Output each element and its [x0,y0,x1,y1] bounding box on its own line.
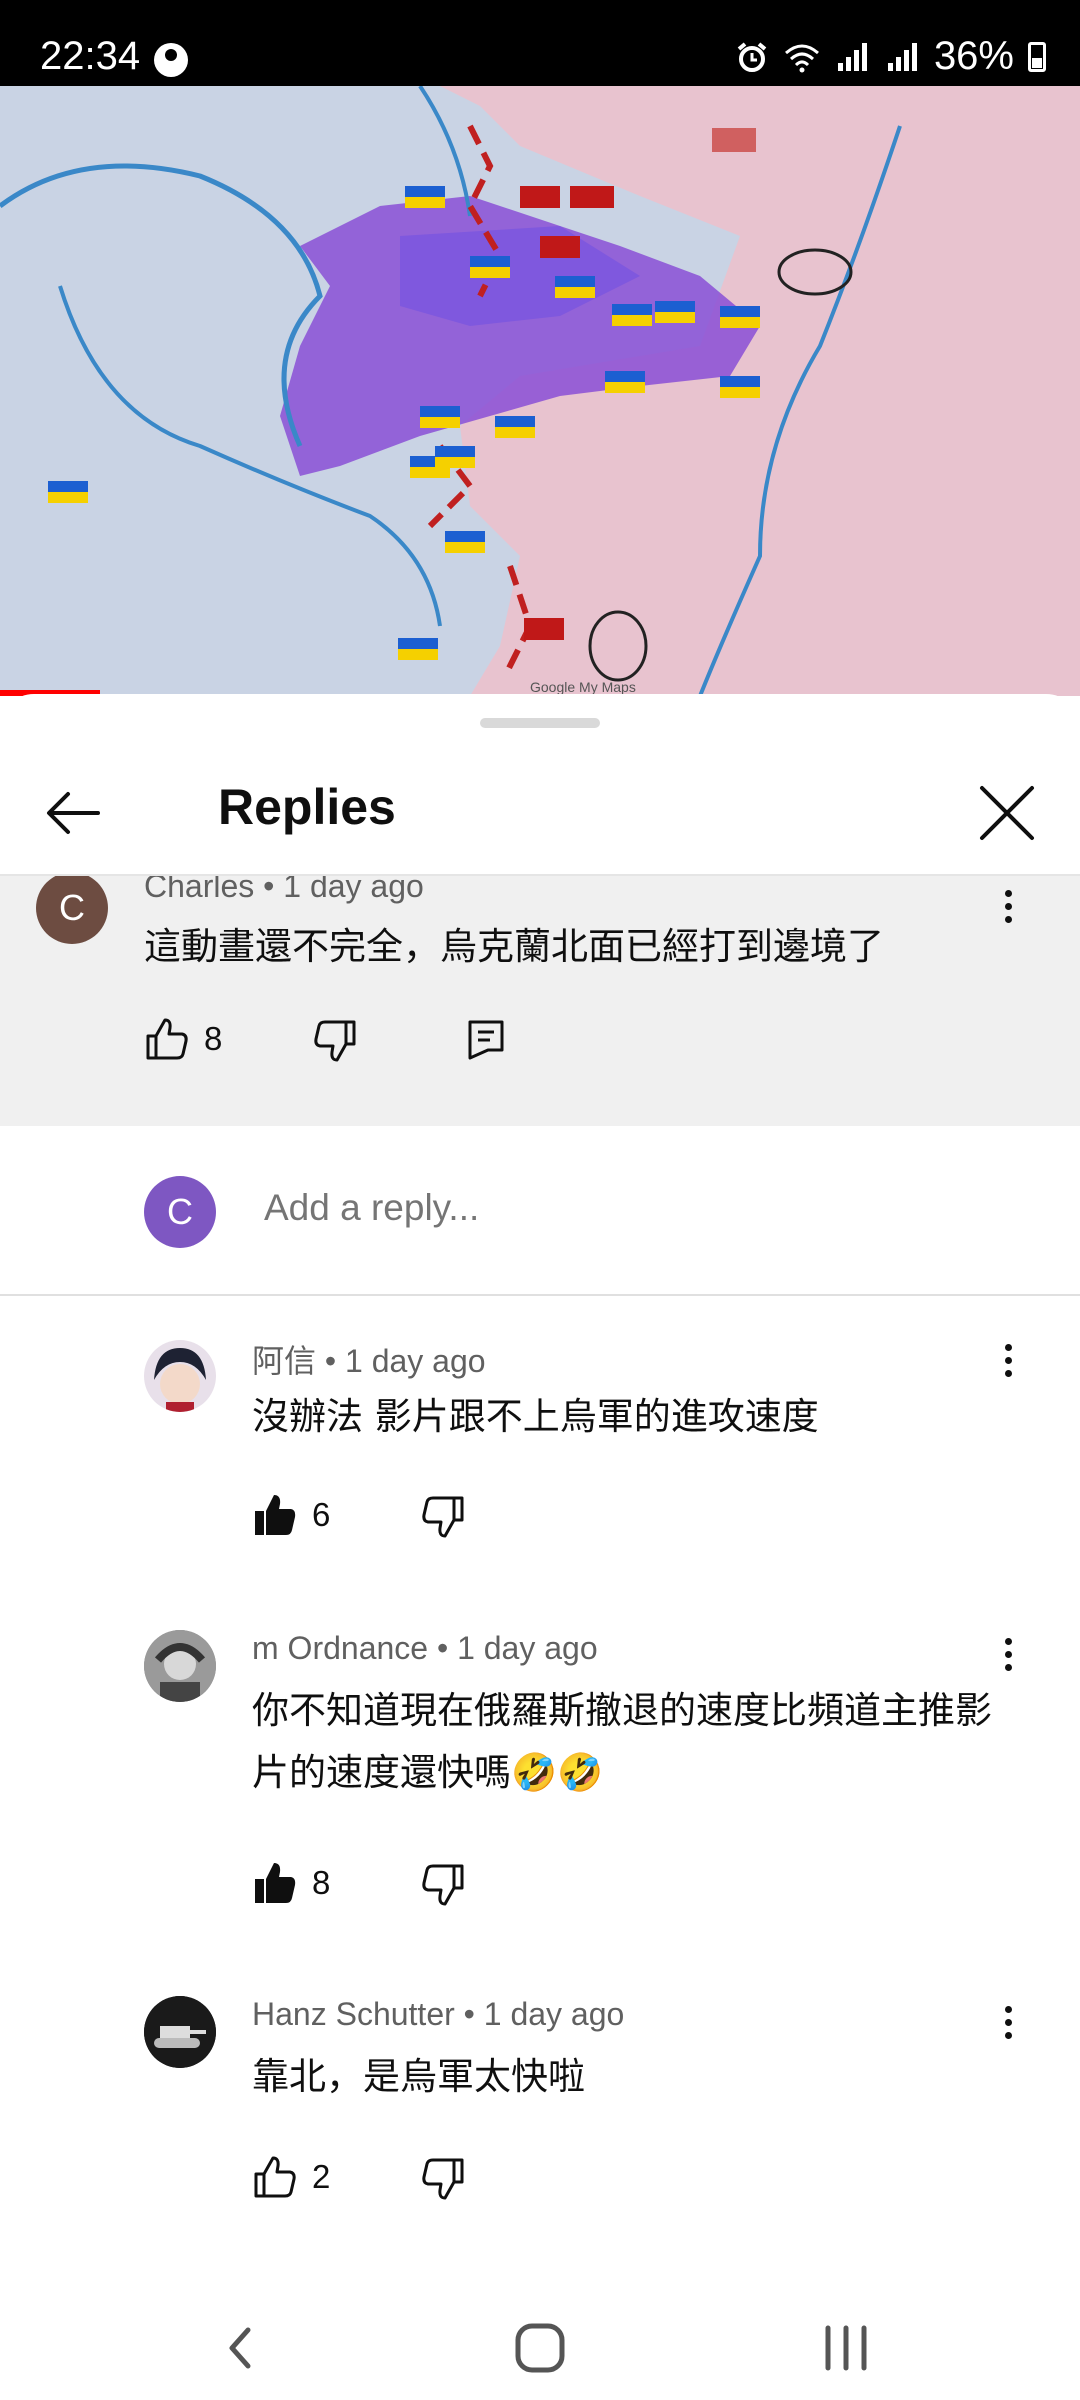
status-time: 22:34 [40,34,141,78]
sheet-title: Replies [218,779,396,835]
parent-comment: C Charles • 1 day ago 這動畫還不完全，烏克蘭北面已經打到邊… [0,876,1080,1126]
thumbs-down-icon [422,2158,464,2200]
like-count: 8 [312,1864,331,1901]
like-button[interactable]: 2 [252,2154,330,2200]
anime-avatar-icon [154,1348,206,1412]
like-count: 6 [312,1496,331,1533]
wifi-icon [784,44,819,72]
more-options-icon[interactable] [988,1992,1028,2052]
like-button[interactable]: 6 [252,1492,330,1538]
reply-composer: C [0,1126,1080,1296]
avatar-letter: C [59,887,85,928]
reply-age: 1 day ago [483,1996,625,2032]
thumbs-up-filled-icon [255,1495,296,1535]
status-icons: 36% [734,34,1046,79]
reply-meta: m Ordnance • 1 day ago [252,1630,598,1666]
dislike-button[interactable] [420,1862,466,1908]
user-avatar: C [144,1176,216,1248]
more-options-icon[interactable] [988,876,1028,936]
reply-input[interactable] [264,1178,1024,1238]
like-count: 2 [312,2158,331,2195]
reply-avatar[interactable] [144,1630,216,1702]
battery-icon [1028,41,1046,72]
thumbs-up-filled-icon [255,1863,296,1903]
reply-meta: 阿信 • 1 day ago [252,1343,486,1379]
reply-author[interactable]: Hanz Schutter [252,1996,455,2032]
reply-author[interactable]: m Ordnance [252,1630,428,1666]
account-icon [154,43,188,77]
reply-button[interactable] [466,1018,506,1062]
reply-icon [468,1020,504,1060]
tank-avatar-icon [144,1996,216,2068]
reply-meta: Hanz Schutter • 1 day ago [252,1996,625,2032]
reply-avatar[interactable] [144,1340,216,1412]
signal-icon [837,42,867,71]
reply-age: 1 day ago [457,1630,598,1666]
comment-meta: Charles • 1 day ago [144,876,424,905]
nav-home-icon[interactable] [500,2316,580,2380]
map-image: Google My Maps [0,86,1080,696]
alarm-icon [737,41,767,72]
avatar[interactable]: C [36,876,108,944]
system-nav-bar [0,2296,1080,2400]
comment-author[interactable]: Charles [144,876,254,904]
dislike-button[interactable] [420,1494,466,1540]
like-button[interactable]: 8 [252,1860,330,1906]
sheet-header: Replies [0,754,1080,876]
battery-percent: 36% [933,34,1014,78]
thumbs-down-icon [422,1864,464,1906]
reply-avatar[interactable] [144,1996,216,2068]
more-options-icon[interactable] [988,1330,1028,1390]
reply-text: 你不知道現在俄羅斯撤退的速度比頻道主推影片的速度還快嗎🤣🤣 [252,1689,992,1794]
signal-2-icon [887,42,917,71]
drag-handle[interactable] [480,718,600,728]
thumbs-up-icon [254,2156,296,2198]
like-button[interactable]: 8 [144,1016,222,1062]
more-options-icon[interactable] [988,1624,1028,1684]
thumbs-up-icon [146,1018,188,1060]
close-icon[interactable] [970,776,1044,850]
reply-author[interactable]: 阿信 [252,1343,316,1379]
like-count: 8 [204,1020,223,1057]
pilot-avatar-icon [144,1630,216,1702]
thumbs-down-icon [422,1496,464,1538]
nav-back-icon[interactable] [200,2316,280,2380]
video-player[interactable]: Google My Maps [0,86,1080,696]
reply-text: 靠北，是烏軍太快啦 [252,2055,585,2098]
dislike-button[interactable] [312,1018,358,1064]
back-arrow-icon[interactable] [36,776,110,850]
status-bar: 22:34 36% [0,0,1080,86]
comment-age: 1 day ago [283,876,424,904]
user-avatar-letter: C [167,1191,193,1232]
map-credit: Google My Maps [530,679,636,695]
thumbs-down-icon [314,1020,356,1062]
reply-text: 沒辦法 影片跟不上烏軍的進攻速度 [252,1395,819,1438]
nav-recents-icon[interactable] [806,2316,886,2380]
replies-sheet: Replies C Charles • 1 day ago 這動畫還不完全，烏克… [0,694,1080,2296]
dislike-button[interactable] [420,2156,466,2202]
comment-text: 這動畫還不完全，烏克蘭北面已經打到邊境了 [144,925,884,968]
reply-age: 1 day ago [345,1343,486,1379]
